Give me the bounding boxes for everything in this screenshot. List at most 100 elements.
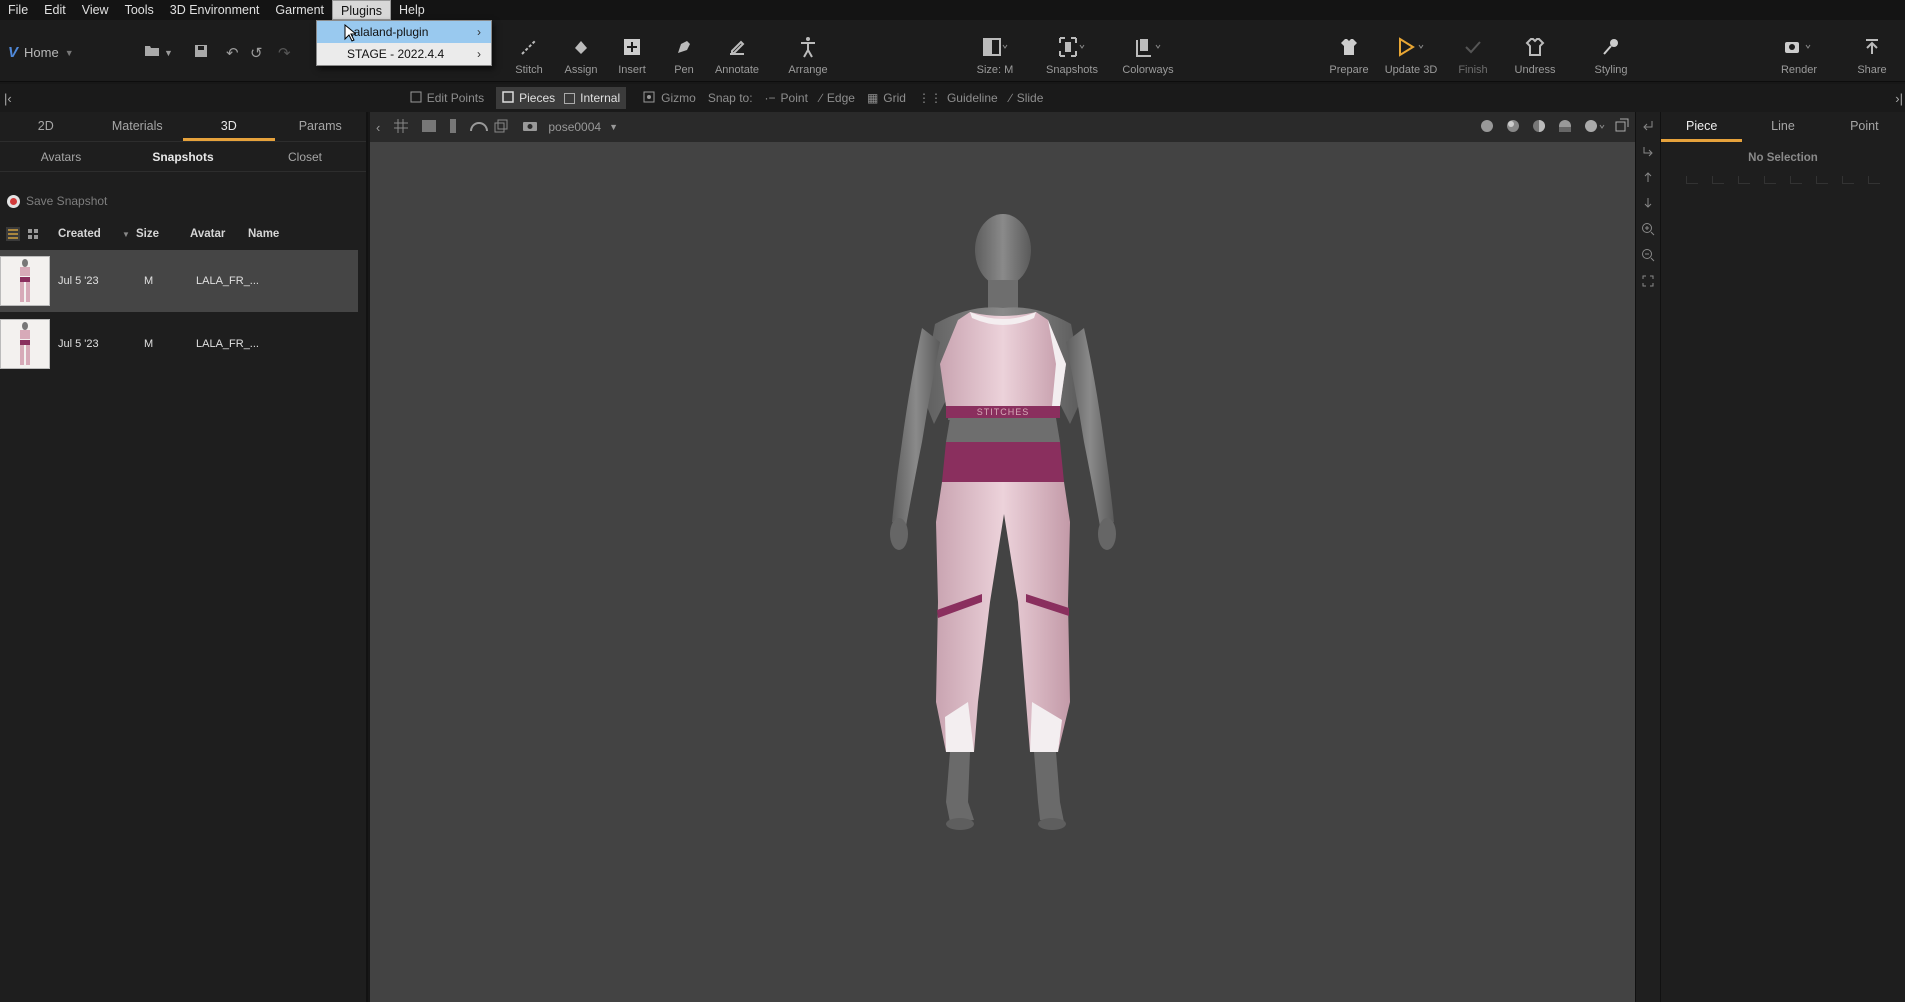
share-tool[interactable]: Share bbox=[1842, 34, 1902, 76]
gizmo-button[interactable]: Gizmo bbox=[636, 87, 702, 109]
list-view-icon[interactable] bbox=[6, 227, 20, 241]
tab-params[interactable]: Params bbox=[275, 112, 367, 141]
column-created[interactable]: Created bbox=[58, 228, 122, 240]
chevron-down-icon[interactable]: ▼ bbox=[164, 48, 173, 58]
prepare-tool[interactable]: Prepare bbox=[1314, 34, 1384, 76]
align-left-icon[interactable] bbox=[1686, 176, 1698, 184]
menu-edit[interactable]: Edit bbox=[36, 0, 74, 20]
tab-piece[interactable]: Piece bbox=[1661, 112, 1743, 142]
collapse-left-icon[interactable]: |‹ bbox=[4, 91, 12, 106]
floor-icon[interactable] bbox=[422, 119, 437, 135]
render-tool[interactable]: Render bbox=[1764, 34, 1834, 76]
column-size[interactable]: Size bbox=[136, 228, 190, 240]
redo-view-icon[interactable] bbox=[1636, 138, 1660, 164]
styling-tool[interactable]: Styling bbox=[1576, 34, 1646, 76]
column-avatar[interactable]: Avatar bbox=[190, 228, 248, 240]
undress-tool[interactable]: Undress bbox=[1500, 34, 1570, 76]
menu-3d-environment[interactable]: 3D Environment bbox=[162, 0, 268, 20]
zoom-in-icon[interactable] bbox=[1636, 216, 1660, 242]
camera-icon[interactable] bbox=[522, 119, 538, 135]
menu-file[interactable]: File bbox=[0, 0, 36, 20]
render-mode-buttons bbox=[1479, 118, 1629, 137]
shaded-sphere-icon[interactable] bbox=[1479, 118, 1495, 137]
snapshot-row[interactable]: Jul 5 '23 M LALA_FR_... bbox=[0, 250, 358, 312]
camera-icon bbox=[1764, 34, 1834, 60]
snap-guideline-button[interactable]: ⋮⋮ Guideline bbox=[912, 87, 1004, 109]
tab-materials[interactable]: Materials bbox=[92, 112, 184, 141]
avatar-figure: STITCHES bbox=[890, 214, 1116, 830]
plugin-item-stage[interactable]: STAGE - 2022.4.4 › bbox=[317, 43, 491, 65]
edit-points-icon bbox=[410, 91, 422, 106]
edit-points-button[interactable]: Edit Points bbox=[404, 87, 490, 109]
edit-points-label: Edit Points bbox=[426, 91, 485, 105]
pieces-toggle[interactable]: Pieces Internal bbox=[496, 87, 627, 109]
avatar-visibility-icon[interactable] bbox=[1557, 118, 1573, 137]
home-button[interactable]: V Home ▼ bbox=[8, 44, 74, 61]
menu-tools[interactable]: Tools bbox=[117, 0, 162, 20]
tab-line[interactable]: Line bbox=[1742, 112, 1823, 142]
menu-help[interactable]: Help bbox=[391, 0, 433, 20]
distribute-h-icon[interactable] bbox=[1842, 176, 1854, 184]
menu-garment[interactable]: Garment bbox=[267, 0, 332, 20]
align-middle-icon[interactable] bbox=[1790, 176, 1802, 184]
chevron-down-icon[interactable]: ▼ bbox=[609, 122, 618, 132]
redo-icon[interactable]: ↷ bbox=[278, 44, 291, 62]
undo-view-icon[interactable] bbox=[1636, 112, 1660, 138]
align-center-icon[interactable] bbox=[1712, 176, 1724, 184]
size-tool[interactable]: Size: M bbox=[960, 34, 1030, 76]
subtab-closet[interactable]: Closet bbox=[244, 142, 366, 171]
bar-icon[interactable] bbox=[450, 118, 457, 136]
align-top-icon[interactable] bbox=[1764, 176, 1776, 184]
undo-icon[interactable]: ↶ bbox=[226, 44, 239, 62]
layers-icon[interactable] bbox=[494, 119, 508, 136]
save-icon[interactable] bbox=[194, 44, 208, 62]
update-3d-tool[interactable]: Update 3D bbox=[1376, 34, 1446, 76]
grid-view-icon[interactable] bbox=[26, 227, 40, 241]
collapse-right-icon[interactable]: ›| bbox=[1895, 91, 1903, 106]
tab-point[interactable]: Point bbox=[1824, 112, 1905, 142]
menu-view[interactable]: View bbox=[74, 0, 117, 20]
curve-icon[interactable] bbox=[470, 120, 489, 135]
chevron-left-icon[interactable]: ‹ bbox=[376, 120, 380, 135]
wire-sphere-icon[interactable] bbox=[1505, 118, 1521, 137]
subtab-avatars[interactable]: Avatars bbox=[0, 142, 122, 171]
zoom-out-icon[interactable] bbox=[1636, 242, 1660, 268]
save-snapshot-button[interactable]: Save Snapshot bbox=[7, 194, 107, 208]
slide-button[interactable]: ∕ Slide bbox=[1004, 87, 1050, 109]
snapshot-row[interactable]: Jul 5 '23 M LALA_FR_... bbox=[0, 313, 358, 375]
internal-checkbox[interactable] bbox=[564, 92, 576, 104]
menu-plugins[interactable]: Plugins bbox=[332, 0, 392, 20]
grid-toggle-icon[interactable] bbox=[394, 118, 409, 136]
slide-label: Slide bbox=[1016, 91, 1044, 105]
arrange-tool[interactable]: Arrange bbox=[773, 34, 843, 76]
open-folder-icon[interactable] bbox=[144, 44, 160, 61]
garment-visibility-icon[interactable] bbox=[1583, 118, 1605, 137]
half-sphere-icon[interactable] bbox=[1531, 118, 1547, 137]
3d-viewport[interactable]: STITCHES bbox=[370, 142, 1635, 1002]
snap-edge-button[interactable]: ∕ Edge bbox=[814, 87, 861, 109]
subtab-snapshots[interactable]: Snapshots bbox=[122, 142, 244, 171]
colorways-tool[interactable]: Colorways bbox=[1113, 34, 1183, 76]
finish-tool[interactable]: Finish bbox=[1438, 34, 1508, 76]
viewport-side-tools bbox=[1635, 112, 1661, 1002]
align-bottom-icon[interactable] bbox=[1816, 176, 1828, 184]
align-right-icon[interactable] bbox=[1738, 176, 1750, 184]
move-up-icon[interactable] bbox=[1636, 164, 1660, 190]
pose-select[interactable]: pose0004 bbox=[548, 120, 601, 134]
move-down-icon[interactable] bbox=[1636, 190, 1660, 216]
tab-2d[interactable]: 2D bbox=[0, 112, 92, 141]
history-icon[interactable]: ↺ bbox=[250, 44, 263, 62]
fit-view-icon[interactable] bbox=[1636, 268, 1660, 294]
snapshot-avatar: LALA_FR_... bbox=[196, 338, 259, 350]
annotate-tool[interactable]: Annotate bbox=[702, 34, 772, 76]
snap-grid-button[interactable]: ▦ Grid bbox=[861, 87, 912, 109]
column-name[interactable]: Name bbox=[248, 228, 279, 240]
snapshot-created: Jul 5 '23 bbox=[58, 275, 99, 287]
snap-point-button[interactable]: ·− Point bbox=[759, 87, 814, 109]
snapshots-tool[interactable]: Snapshots bbox=[1037, 34, 1107, 76]
record-icon bbox=[7, 194, 20, 208]
maximize-icon[interactable] bbox=[1615, 118, 1629, 137]
tab-3d[interactable]: 3D bbox=[183, 112, 275, 141]
distribute-v-icon[interactable] bbox=[1868, 176, 1880, 184]
sort-desc-icon[interactable]: ▼ bbox=[122, 230, 136, 239]
